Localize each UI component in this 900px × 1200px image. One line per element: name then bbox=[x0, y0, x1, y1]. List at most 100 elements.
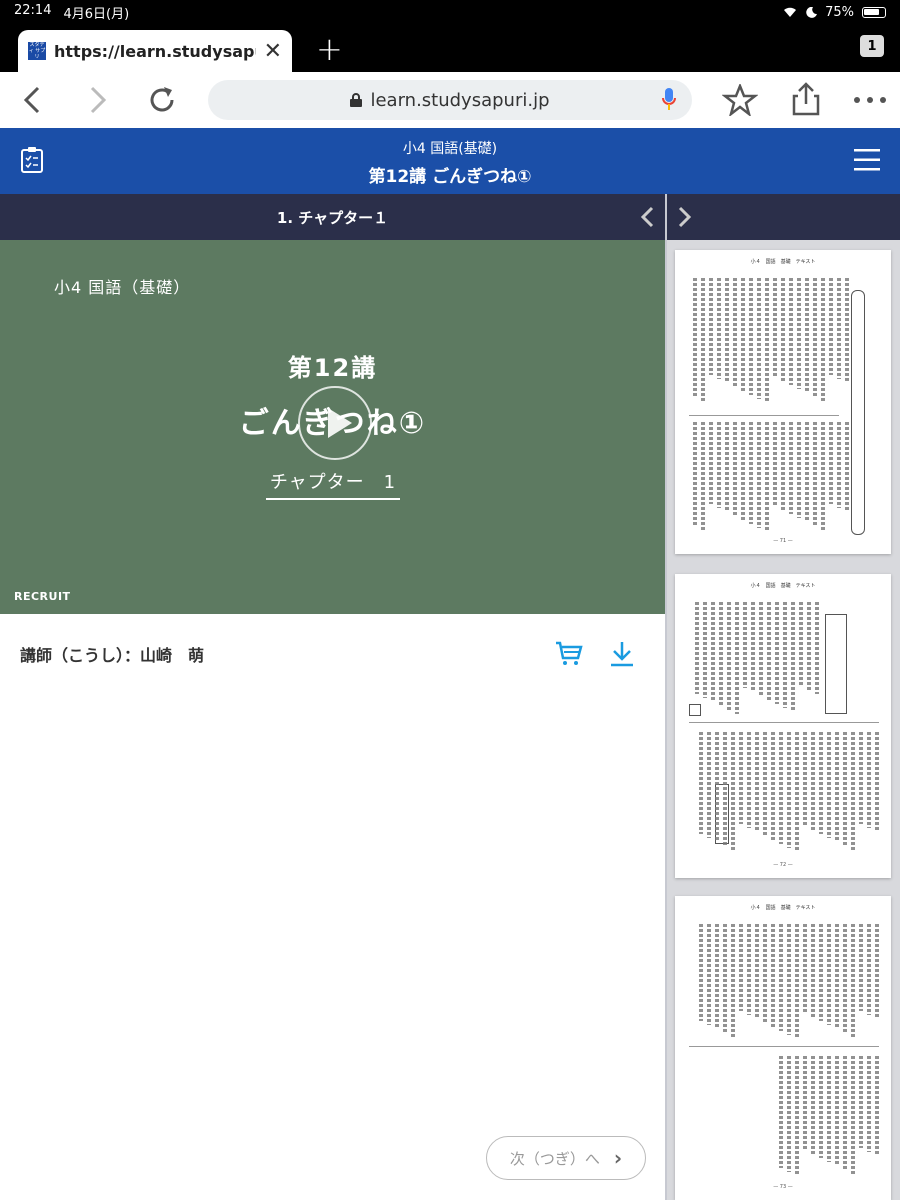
text-column bbox=[795, 1056, 799, 1176]
favicon-icon: スタディ サプリ bbox=[28, 42, 46, 60]
text-column bbox=[757, 422, 761, 528]
textbook-page[interactable]: 小４ 国語 基礎 テキスト — 71 — bbox=[675, 250, 891, 554]
text-column bbox=[765, 278, 769, 403]
text-column bbox=[843, 1056, 847, 1170]
text-column bbox=[799, 602, 803, 686]
text-column bbox=[715, 924, 719, 1029]
new-tab-icon[interactable]: + bbox=[316, 30, 343, 68]
text-column bbox=[819, 924, 823, 1021]
battery-percent: 75% bbox=[825, 4, 854, 20]
text-column bbox=[827, 732, 831, 838]
tab-strip: スタディ サプリ https://learn.studysapuri.j ✕ +… bbox=[0, 24, 900, 72]
text-column bbox=[771, 924, 775, 1027]
hamburger-menu-icon[interactable] bbox=[854, 148, 880, 172]
tab-count-button[interactable]: 1 bbox=[860, 35, 884, 57]
microphone-icon[interactable] bbox=[662, 88, 676, 112]
textbook-page[interactable]: 小４ 国語 基礎 テキスト — 73 — bbox=[675, 896, 891, 1200]
textbook-panel: 小４ 国語 基礎 テキスト — 71 — 小４ 国語 基礎 テキスト — 72 … bbox=[667, 240, 900, 1200]
url-text: learn.studysapuri.jp bbox=[370, 89, 550, 111]
text-column bbox=[759, 602, 763, 696]
text-column bbox=[795, 732, 799, 852]
battery-icon bbox=[862, 6, 886, 18]
text-column bbox=[763, 732, 767, 836]
text-column bbox=[693, 278, 697, 397]
chevron-left-icon[interactable] bbox=[639, 206, 655, 228]
divider bbox=[689, 722, 879, 723]
course-name: 小4 国語(基礎) bbox=[402, 141, 498, 157]
text-column bbox=[835, 1056, 839, 1166]
chevron-right-icon[interactable] bbox=[677, 206, 693, 228]
text-column bbox=[727, 602, 731, 710]
reload-icon[interactable] bbox=[144, 84, 180, 116]
address-bar[interactable]: learn.studysapuri.jp bbox=[208, 80, 692, 120]
browser-tab[interactable]: スタディ サプリ https://learn.studysapuri.j ✕ bbox=[18, 30, 292, 72]
next-button[interactable]: 次（つぎ）へ › bbox=[486, 1136, 646, 1180]
text-column bbox=[733, 278, 737, 387]
text-column bbox=[731, 732, 735, 850]
text-column bbox=[781, 278, 785, 381]
textbook-page[interactable]: 小４ 国語 基礎 テキスト — 72 — bbox=[675, 574, 891, 878]
chevron-left-icon[interactable] bbox=[16, 84, 52, 116]
text-column bbox=[821, 422, 825, 530]
page-number: — 73 — bbox=[773, 1184, 793, 1190]
text-column bbox=[835, 732, 839, 842]
status-bar: 22:14 4月6日(月) 75% bbox=[0, 0, 900, 24]
status-time: 22:14 bbox=[14, 2, 52, 18]
text-column bbox=[859, 924, 863, 1011]
page-number: — 71 — bbox=[773, 538, 793, 544]
text-column bbox=[789, 278, 793, 385]
moon-icon bbox=[806, 6, 818, 18]
text-column bbox=[695, 602, 699, 694]
tab-title: https://learn.studysapuri.j bbox=[54, 41, 256, 61]
text-column bbox=[837, 278, 841, 379]
text-column bbox=[779, 924, 783, 1031]
text-column bbox=[773, 422, 777, 506]
more-icon[interactable] bbox=[852, 96, 888, 104]
instructor-name: 講師（こうし）：山崎 萌 bbox=[20, 646, 205, 665]
text-column bbox=[749, 278, 753, 395]
text-column bbox=[725, 422, 729, 512]
video-player[interactable]: 小4 国語（基礎） 第12講 ごんぎつね① チャプター 1 RECRUIT bbox=[0, 240, 665, 614]
text-column bbox=[723, 732, 727, 846]
text-column bbox=[779, 732, 783, 844]
text-column bbox=[717, 278, 721, 379]
close-tab-icon[interactable]: ✕ bbox=[264, 39, 282, 64]
text-column bbox=[859, 1056, 863, 1148]
next-label: 次（つぎ）へ bbox=[509, 1149, 600, 1168]
text-column bbox=[703, 602, 707, 698]
divider bbox=[689, 1046, 879, 1047]
text-column bbox=[867, 732, 871, 828]
text-column bbox=[875, 732, 879, 832]
share-icon[interactable] bbox=[788, 82, 824, 116]
text-column bbox=[827, 924, 831, 1025]
text-column bbox=[803, 732, 807, 826]
text-column bbox=[851, 924, 855, 1037]
chevron-right-icon[interactable] bbox=[78, 84, 114, 116]
answer-box bbox=[689, 704, 701, 716]
text-column bbox=[707, 732, 711, 838]
text-column bbox=[735, 602, 739, 714]
text-column bbox=[787, 732, 791, 848]
text-column bbox=[693, 422, 697, 526]
text-column bbox=[845, 278, 849, 383]
star-icon[interactable] bbox=[722, 84, 758, 116]
text-column bbox=[717, 422, 721, 508]
cart-icon[interactable] bbox=[555, 640, 583, 668]
text-column bbox=[835, 924, 839, 1029]
text-column bbox=[741, 422, 745, 520]
text-column bbox=[739, 924, 743, 1011]
text-column bbox=[741, 278, 745, 391]
text-column bbox=[715, 732, 719, 842]
play-button[interactable] bbox=[298, 386, 372, 460]
wifi-icon bbox=[784, 7, 797, 17]
text-column bbox=[743, 602, 747, 688]
page-header: 小４ 国語 基礎 テキスト bbox=[750, 905, 816, 911]
text-column bbox=[815, 602, 819, 694]
lock-icon bbox=[350, 93, 363, 107]
page-nav bbox=[640, 194, 900, 1200]
download-icon[interactable] bbox=[608, 640, 636, 668]
text-column bbox=[757, 278, 761, 399]
page-title: 第12講 ごんぎつね① bbox=[368, 167, 532, 187]
text-column bbox=[875, 924, 879, 1019]
text-column bbox=[805, 422, 809, 522]
